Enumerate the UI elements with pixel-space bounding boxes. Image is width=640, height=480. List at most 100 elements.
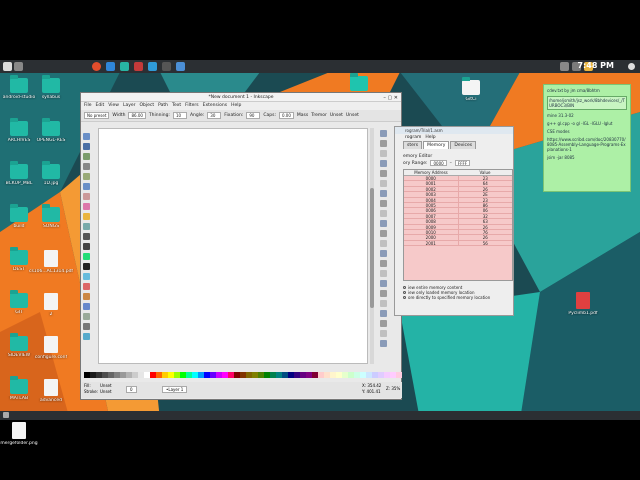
- spray-icon[interactable]: [83, 273, 90, 280]
- command-icon[interactable]: [380, 190, 387, 197]
- memory-value-cell[interactable]: 23: [459, 198, 513, 203]
- app-launcher-icon[interactable]: [3, 62, 12, 71]
- command-icon[interactable]: [380, 320, 387, 327]
- command-icon[interactable]: [380, 290, 387, 297]
- pdf-icon[interactable]: [134, 62, 143, 71]
- text-icon[interactable]: [83, 263, 90, 270]
- command-icon[interactable]: [380, 340, 387, 347]
- command-icon[interactable]: [380, 130, 387, 137]
- memory-value-cell[interactable]: 26: [459, 225, 513, 230]
- command-icon[interactable]: [380, 150, 387, 157]
- firefox-icon[interactable]: [92, 62, 101, 71]
- window-controls[interactable]: – ▢ ✕: [383, 94, 398, 103]
- menu-item-file[interactable]: File: [84, 102, 92, 110]
- command-icon[interactable]: [380, 280, 387, 287]
- pen-icon[interactable]: [83, 243, 90, 250]
- pencil-icon[interactable]: [83, 233, 90, 240]
- memory-value-cell[interactable]: 06: [459, 208, 513, 213]
- menu-item-object[interactable]: Object: [139, 102, 154, 110]
- palette-swatch[interactable]: [396, 372, 402, 378]
- command-icon[interactable]: [380, 160, 387, 167]
- desktop-icon[interactable]: syllabus: [28, 75, 74, 100]
- command-icon[interactable]: [380, 260, 387, 267]
- memory-option[interactable]: ore directly to specified memory locatio…: [403, 295, 513, 300]
- desktop-icon[interactable]: mergefolder.png: [0, 422, 42, 446]
- simulator-window[interactable]: rogram/Trial/1.asm rogram Help sters Memor…: [394, 126, 514, 316]
- desktop-icon[interactable]: SONGS: [28, 204, 74, 229]
- spiral-icon[interactable]: [83, 223, 90, 230]
- command-icon[interactable]: [380, 330, 387, 337]
- terminal-icon[interactable]: [120, 62, 129, 71]
- inkscape-canvas[interactable]: [98, 128, 368, 364]
- bucket-icon[interactable]: [83, 293, 90, 300]
- clock[interactable]: 7:48 PM: [577, 61, 614, 70]
- caps-field[interactable]: 0.00: [278, 112, 294, 119]
- simulator-tab[interactable]: sters: [403, 141, 423, 149]
- calligraphy-icon[interactable]: [83, 253, 90, 260]
- command-icon[interactable]: [380, 210, 387, 217]
- desktop-icon[interactable]: configure.conf: [28, 336, 74, 360]
- selector-icon[interactable]: [83, 133, 90, 140]
- command-icon[interactable]: [380, 300, 387, 307]
- tray-network-icon[interactable]: [560, 62, 569, 71]
- radio-icon[interactable]: [403, 286, 406, 289]
- inkscape-title-bar[interactable]: *New document 1 - Inkscape – ▢ ✕: [81, 93, 401, 102]
- rect-icon[interactable]: [83, 183, 90, 190]
- simulator-tab[interactable]: Memory: [423, 141, 450, 149]
- memory-value-cell[interactable]: 86: [459, 203, 513, 208]
- scrollbar-thumb[interactable]: [370, 188, 374, 308]
- desktop-icon-gitci[interactable]: GitCi: [448, 77, 494, 102]
- memory-value-cell[interactable]: 32: [459, 214, 513, 219]
- angle-field[interactable]: 30: [207, 112, 222, 119]
- menu-item-extensions[interactable]: Extensions: [203, 102, 227, 110]
- app-icon[interactable]: [162, 62, 171, 71]
- simulator-tab[interactable]: Devices: [450, 141, 477, 149]
- fill-value[interactable]: Unset: [100, 383, 112, 388]
- settings-icon[interactable]: [148, 62, 157, 71]
- menu-item-filters[interactable]: Filters: [185, 102, 199, 110]
- power-icon[interactable]: [628, 63, 635, 70]
- menu-item-help[interactable]: Help: [231, 102, 241, 110]
- tweak-icon[interactable]: [83, 153, 90, 160]
- command-icon[interactable]: [380, 170, 387, 177]
- memory-value-cell[interactable]: 56: [459, 241, 513, 246]
- command-icon[interactable]: [380, 220, 387, 227]
- command-icon[interactable]: [380, 230, 387, 237]
- command-icon[interactable]: [380, 310, 387, 317]
- box-icon[interactable]: [83, 193, 90, 200]
- opacity-field[interactable]: 0: [126, 386, 137, 393]
- memory-value-cell[interactable]: 64: [459, 181, 513, 186]
- gradient-icon[interactable]: [83, 303, 90, 310]
- dropper-icon[interactable]: [83, 323, 90, 330]
- memory-value-cell[interactable]: 26: [459, 235, 513, 240]
- mesh-icon[interactable]: [83, 313, 90, 320]
- command-icon[interactable]: [380, 270, 387, 277]
- simulator-menu-item[interactable]: Help: [425, 134, 435, 141]
- node-icon[interactable]: [83, 143, 90, 150]
- zoom-icon[interactable]: [83, 163, 90, 170]
- menu-item-path[interactable]: Path: [158, 102, 168, 110]
- star-icon[interactable]: [83, 213, 90, 220]
- memory-value-cell[interactable]: 2E: [459, 192, 513, 197]
- zoom-field[interactable]: Z: 35%: [386, 386, 400, 391]
- memory-value-cell[interactable]: 26: [459, 187, 513, 192]
- radio-icon[interactable]: [403, 296, 406, 299]
- desktop-icon[interactable]: OPENGL-RES: [28, 118, 74, 143]
- simulator-title[interactable]: rogram/Trial/1.asm: [395, 127, 513, 134]
- command-icon[interactable]: [380, 140, 387, 147]
- simulator-menu-item[interactable]: rogram: [405, 134, 421, 141]
- preset-select[interactable]: No preset: [84, 112, 110, 119]
- menu-item-text[interactable]: Text: [172, 102, 181, 110]
- command-icon[interactable]: [380, 250, 387, 257]
- app-icon-2[interactable]: [176, 62, 185, 71]
- ellipse-icon[interactable]: [83, 203, 90, 210]
- command-icon[interactable]: [380, 180, 387, 187]
- range-from-input[interactable]: 0000: [430, 160, 447, 166]
- command-icon[interactable]: [380, 240, 387, 247]
- desktop-icon-app[interactable]: [336, 73, 382, 91]
- canvas-vertical-scrollbar[interactable]: [370, 128, 374, 364]
- measure-icon[interactable]: [83, 173, 90, 180]
- command-icon[interactable]: [380, 200, 387, 207]
- menu-item-layer[interactable]: Layer: [123, 102, 136, 110]
- width-field[interactable]: 86.00: [128, 112, 146, 119]
